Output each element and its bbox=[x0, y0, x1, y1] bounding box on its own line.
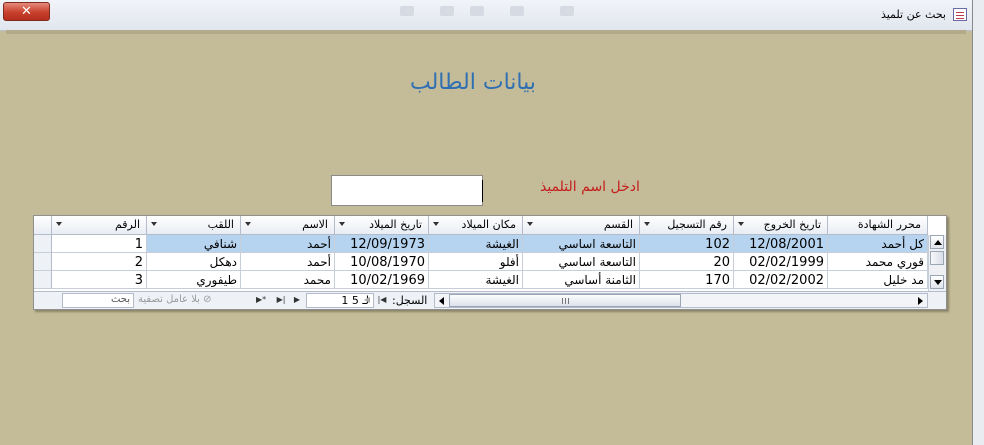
scroll-right-button[interactable] bbox=[913, 295, 927, 308]
cell-certifier[interactable]: كل أحمد bbox=[828, 235, 928, 253]
horizontal-scroll-thumb[interactable] bbox=[449, 294, 681, 307]
column-header-dob[interactable]: تاريخ الميلاد bbox=[335, 216, 429, 235]
close-icon: ✕ bbox=[21, 4, 32, 19]
dropdown-arrow-icon[interactable] bbox=[339, 222, 345, 226]
column-header-exit[interactable]: تاريخ الخروج bbox=[734, 216, 828, 235]
column-header-reg[interactable]: رقم التسجيل bbox=[640, 216, 734, 235]
dropdown-arrow-icon[interactable] bbox=[644, 222, 650, 226]
dropdown-arrow-icon[interactable] bbox=[433, 222, 439, 226]
cell-name[interactable]: أحمد bbox=[241, 235, 335, 253]
ribbon-ghost-icon bbox=[470, 6, 484, 16]
dropdown-arrow-icon[interactable] bbox=[738, 222, 744, 226]
cell-num[interactable]: 1 bbox=[52, 235, 147, 253]
no-filter-icon: ⊘ bbox=[203, 294, 212, 305]
cell-surname[interactable]: طيفوري bbox=[147, 271, 241, 289]
cell-name[interactable]: محمد bbox=[241, 271, 335, 289]
cell-reg[interactable]: 170 bbox=[640, 271, 734, 289]
dropdown-arrow-icon[interactable] bbox=[527, 222, 533, 226]
cell-reg[interactable]: 102 bbox=[640, 235, 734, 253]
students-datasheet: الرقم اللقب الاسم تاريخ الميلاد مكان الم… bbox=[33, 215, 947, 310]
cell-reg[interactable]: 20 bbox=[640, 253, 734, 271]
scroll-left-button[interactable] bbox=[435, 295, 449, 308]
title-bar: ✕ بحث عن تلميذ bbox=[0, 0, 972, 31]
close-button[interactable]: ✕ bbox=[3, 2, 50, 21]
record-label: السجل: bbox=[392, 294, 428, 307]
last-record-button[interactable]: ▶| bbox=[276, 294, 286, 306]
column-header-name[interactable]: الاسم bbox=[241, 216, 335, 235]
row-selector[interactable] bbox=[34, 271, 52, 289]
form-window: ✕ بحث عن تلميذ بيانات الطالب ادخل اسم ال… bbox=[0, 0, 973, 445]
student-name-input[interactable] bbox=[331, 175, 483, 206]
column-header-pob[interactable]: مكان الميلاد bbox=[429, 216, 523, 235]
cell-pob[interactable]: الغيشة bbox=[429, 235, 523, 253]
cell-pob[interactable]: الغيشة bbox=[429, 271, 523, 289]
cell-name[interactable]: أحمد bbox=[241, 253, 335, 271]
vertical-scrollbar[interactable] bbox=[928, 235, 946, 291]
scroll-up-icon bbox=[934, 240, 942, 245]
cell-dob[interactable]: 10/08/1970 bbox=[335, 253, 429, 271]
cell-certifier[interactable]: مد خليل bbox=[828, 271, 928, 289]
cell-section[interactable]: الثامنة أساسي bbox=[523, 271, 640, 289]
cell-section[interactable]: التاسعة اساسي bbox=[523, 235, 640, 253]
student-name-label: ادخل اسم التلميذ bbox=[540, 179, 640, 195]
column-header-num[interactable]: الرقم bbox=[52, 216, 147, 235]
cell-certifier[interactable]: قوري محمد bbox=[828, 253, 928, 271]
cell-dob[interactable]: 12/09/1973 bbox=[335, 235, 429, 253]
cell-exit[interactable]: 02/02/2002 bbox=[734, 271, 828, 289]
ribbon-ghost-icon bbox=[400, 6, 414, 16]
next-record-button[interactable]: ▶ bbox=[292, 294, 302, 306]
cell-num[interactable]: 2 bbox=[52, 253, 147, 271]
first-record-button[interactable]: |◀ bbox=[377, 294, 387, 306]
filter-status[interactable]: ⊘ بلا عامل تصفية bbox=[138, 294, 212, 305]
page-title: بيانات الطالب bbox=[410, 70, 536, 95]
ribbon-ghost-icon bbox=[440, 6, 454, 16]
window-title: بحث عن تلميذ bbox=[880, 8, 946, 21]
cell-dob[interactable]: 10/02/1969 bbox=[335, 271, 429, 289]
cell-pob[interactable]: أفلو bbox=[429, 253, 523, 271]
scroll-down-button[interactable] bbox=[930, 275, 944, 289]
vertical-scroll-thumb[interactable] bbox=[930, 251, 944, 265]
new-record-icon[interactable]: ▶* bbox=[256, 294, 266, 306]
column-header-surname[interactable]: اللقب bbox=[147, 216, 241, 235]
cell-section[interactable]: التاسعة اساسي bbox=[523, 253, 640, 271]
cell-exit[interactable]: 02/02/1999 bbox=[734, 253, 828, 271]
horizontal-scrollbar[interactable] bbox=[434, 293, 928, 308]
ribbon-ghost-icon bbox=[560, 6, 574, 16]
record-navigator: بحث ⊘ بلا عامل تصفية ▶* ▶| ▶ 1 لـ 5 ◀ |◀… bbox=[34, 291, 946, 309]
cell-surname[interactable]: دهكل bbox=[147, 253, 241, 271]
column-header-section[interactable]: القسم bbox=[523, 216, 640, 235]
scroll-down-icon bbox=[934, 280, 942, 285]
cell-surname[interactable]: شنافي bbox=[147, 235, 241, 253]
row-selector[interactable] bbox=[34, 253, 52, 271]
ribbon-ghost-icon bbox=[510, 6, 524, 16]
form-top-border bbox=[6, 30, 966, 34]
form-icon bbox=[953, 8, 967, 21]
select-all-corner[interactable] bbox=[34, 216, 52, 235]
previous-record-button[interactable]: ◀ bbox=[362, 294, 372, 306]
dropdown-arrow-icon[interactable] bbox=[151, 222, 157, 226]
row-selector[interactable] bbox=[34, 235, 52, 253]
text-caret bbox=[482, 180, 483, 202]
navigator-search-input[interactable]: بحث bbox=[62, 293, 134, 308]
cell-num[interactable]: 3 bbox=[52, 271, 147, 289]
column-header-certifier[interactable]: محرر الشهادة bbox=[828, 216, 928, 235]
scroll-up-button[interactable] bbox=[930, 235, 944, 249]
cell-exit[interactable]: 12/08/2001 bbox=[734, 235, 828, 253]
dropdown-arrow-icon[interactable] bbox=[56, 222, 62, 226]
dropdown-arrow-icon[interactable] bbox=[245, 222, 251, 226]
scroll-left-icon bbox=[439, 297, 444, 305]
scroll-right-icon bbox=[918, 297, 923, 305]
